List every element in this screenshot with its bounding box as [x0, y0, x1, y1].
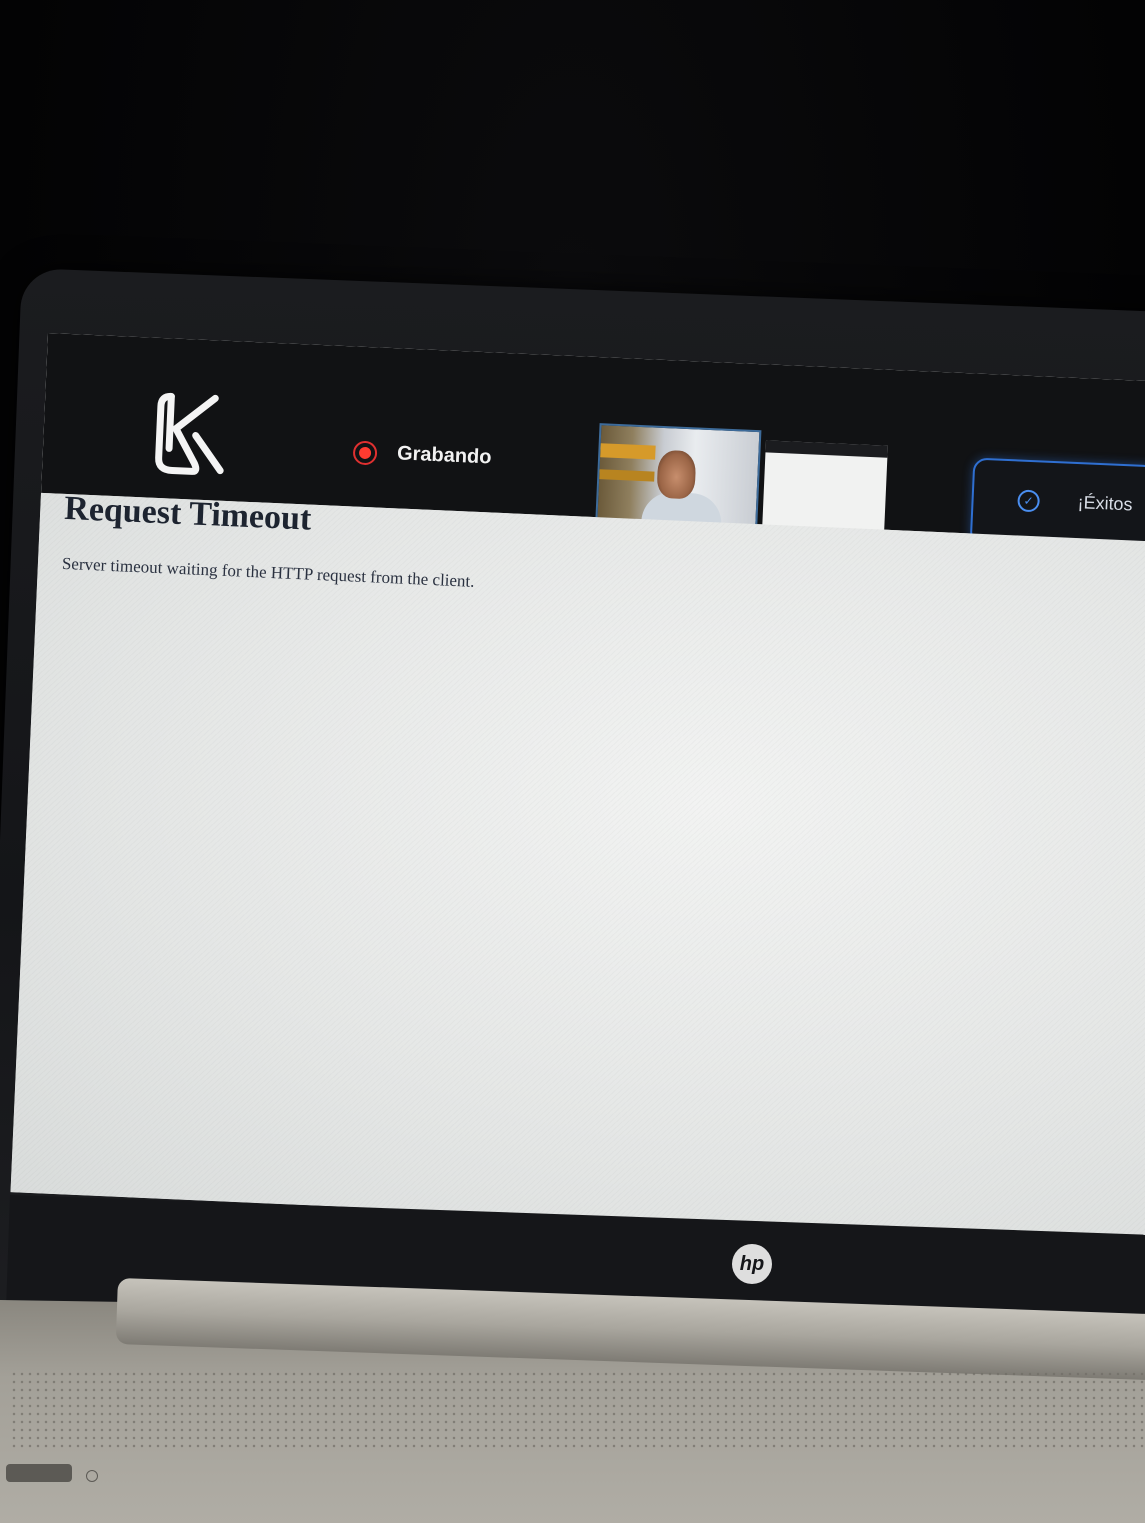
usb-port	[6, 1464, 72, 1482]
browser-page-content: Request Timeout Server timeout waiting f…	[10, 490, 1145, 1242]
photo-scene: Grabando ✓ ¡Éxitos Request Timeout Serve…	[0, 0, 1145, 1523]
check-circle-icon: ✓	[1017, 489, 1041, 513]
k-logo-icon	[155, 392, 224, 475]
error-message: Server timeout waiting for the HTTP requ…	[61, 553, 475, 591]
screen-share-thumbnail[interactable]	[762, 440, 888, 532]
speaker-grill	[10, 1370, 1145, 1450]
recording-status-label: Grabando	[396, 442, 492, 469]
hp-logo-icon: hp	[732, 1244, 772, 1284]
record-icon	[352, 440, 378, 466]
participant-video-thumbnail[interactable]	[595, 423, 762, 531]
success-message-text: ¡Éxitos	[1077, 492, 1134, 515]
laptop-screen: Grabando ✓ ¡Éxitos Request Timeout Serve…	[10, 333, 1145, 1242]
power-led-icon	[86, 1470, 98, 1482]
